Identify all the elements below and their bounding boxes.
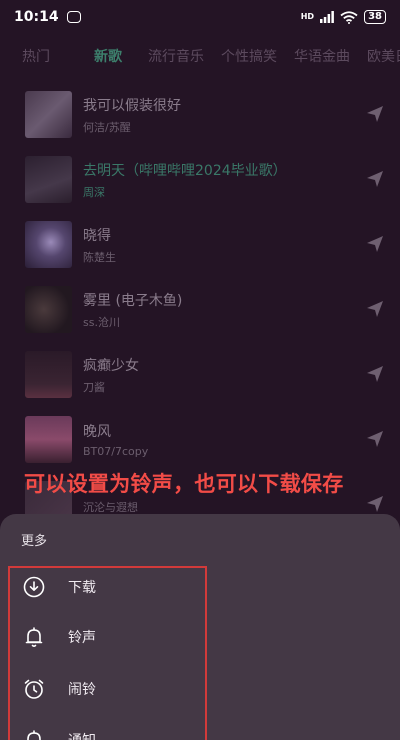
- tab-hot[interactable]: 热门: [22, 46, 50, 66]
- album-cover: [25, 416, 72, 463]
- status-time: 10:14: [14, 9, 59, 25]
- send-icon[interactable]: [366, 430, 384, 448]
- song-artist: 何洁/苏醒: [83, 120, 131, 134]
- song-row[interactable]: 晚风 BT07/7copy: [0, 407, 400, 472]
- song-artist: 陈楚生: [83, 250, 116, 264]
- status-indicators: HD 38: [301, 10, 386, 24]
- song-artist: 沉沦与遐想: [83, 500, 138, 514]
- song-artist: 刀酱: [83, 380, 105, 394]
- bell-icon: [25, 627, 43, 647]
- tab-chinese-classics[interactable]: 华语金曲: [294, 46, 350, 66]
- annotation-caption: 可以设置为铃声，也可以下载保存: [24, 472, 344, 496]
- album-cover: [25, 91, 72, 138]
- send-icon[interactable]: [366, 235, 384, 253]
- send-icon[interactable]: [366, 170, 384, 188]
- category-tabs: 热门 新歌 流行音乐 个性搞笑 华语金曲 欧美日: [0, 38, 400, 74]
- menu-label-notification: 通知: [68, 730, 96, 740]
- song-row[interactable]: 去明天（哔哩哔哩2024毕业歌） 周深: [0, 147, 400, 212]
- send-icon[interactable]: [366, 300, 384, 318]
- tab-new-songs[interactable]: 新歌: [94, 46, 122, 66]
- album-cover: [25, 351, 72, 398]
- download-icon: [23, 576, 45, 598]
- send-icon[interactable]: [366, 105, 384, 123]
- album-cover: [25, 156, 72, 203]
- alarm-clock-icon: [24, 679, 44, 699]
- song-title: 我可以假装很好: [83, 97, 181, 114]
- battery-indicator: 38: [364, 10, 386, 24]
- sheet-title: 更多: [21, 534, 48, 549]
- song-title: 晚风: [83, 424, 111, 440]
- album-cover: [25, 221, 72, 268]
- more-options-sheet: 更多 下载 铃声 闹铃 通知: [0, 514, 400, 740]
- menu-item-alarm[interactable]: 闹铃: [22, 675, 96, 703]
- album-cover: [25, 286, 72, 333]
- menu-label-download: 下载: [68, 580, 96, 596]
- send-icon[interactable]: [366, 495, 384, 513]
- wifi-icon: [340, 10, 358, 24]
- menu-label-ringtone: 铃声: [68, 630, 96, 646]
- song-title: 疯癫少女: [83, 357, 139, 374]
- song-artist: ss.沧川: [83, 315, 120, 329]
- song-row[interactable]: 雾里 (电子木鱼) ss.沧川: [0, 277, 400, 342]
- tab-pop-music[interactable]: 流行音乐: [148, 46, 204, 66]
- tab-western[interactable]: 欧美日: [367, 46, 400, 66]
- send-icon[interactable]: [366, 365, 384, 383]
- signal-label: HD: [300, 12, 315, 21]
- menu-item-download[interactable]: 下载: [22, 573, 96, 601]
- notification-icon: [27, 730, 41, 740]
- song-row[interactable]: 晓得 陈楚生: [0, 212, 400, 277]
- song-row[interactable]: 我可以假装很好 何洁/苏醒: [0, 82, 400, 147]
- song-title: 去明天（哔哩哔哩2024毕业歌）: [83, 162, 287, 179]
- tab-funny[interactable]: 个性搞笑: [221, 46, 277, 66]
- message-icon: [66, 11, 81, 23]
- menu-item-notification[interactable]: 通知: [22, 726, 96, 740]
- song-title: 晓得: [83, 227, 111, 244]
- menu-label-alarm: 闹铃: [68, 682, 96, 698]
- song-artist: 周深: [83, 185, 105, 199]
- song-row[interactable]: 疯癫少女 刀酱: [0, 342, 400, 407]
- song-artist: BT07/7copy: [83, 445, 149, 458]
- status-bar: 10:14 HD 38: [0, 0, 400, 34]
- signal-icon: [320, 11, 334, 23]
- menu-item-ringtone[interactable]: 铃声: [22, 623, 96, 651]
- song-title: 雾里 (电子木鱼): [83, 292, 183, 309]
